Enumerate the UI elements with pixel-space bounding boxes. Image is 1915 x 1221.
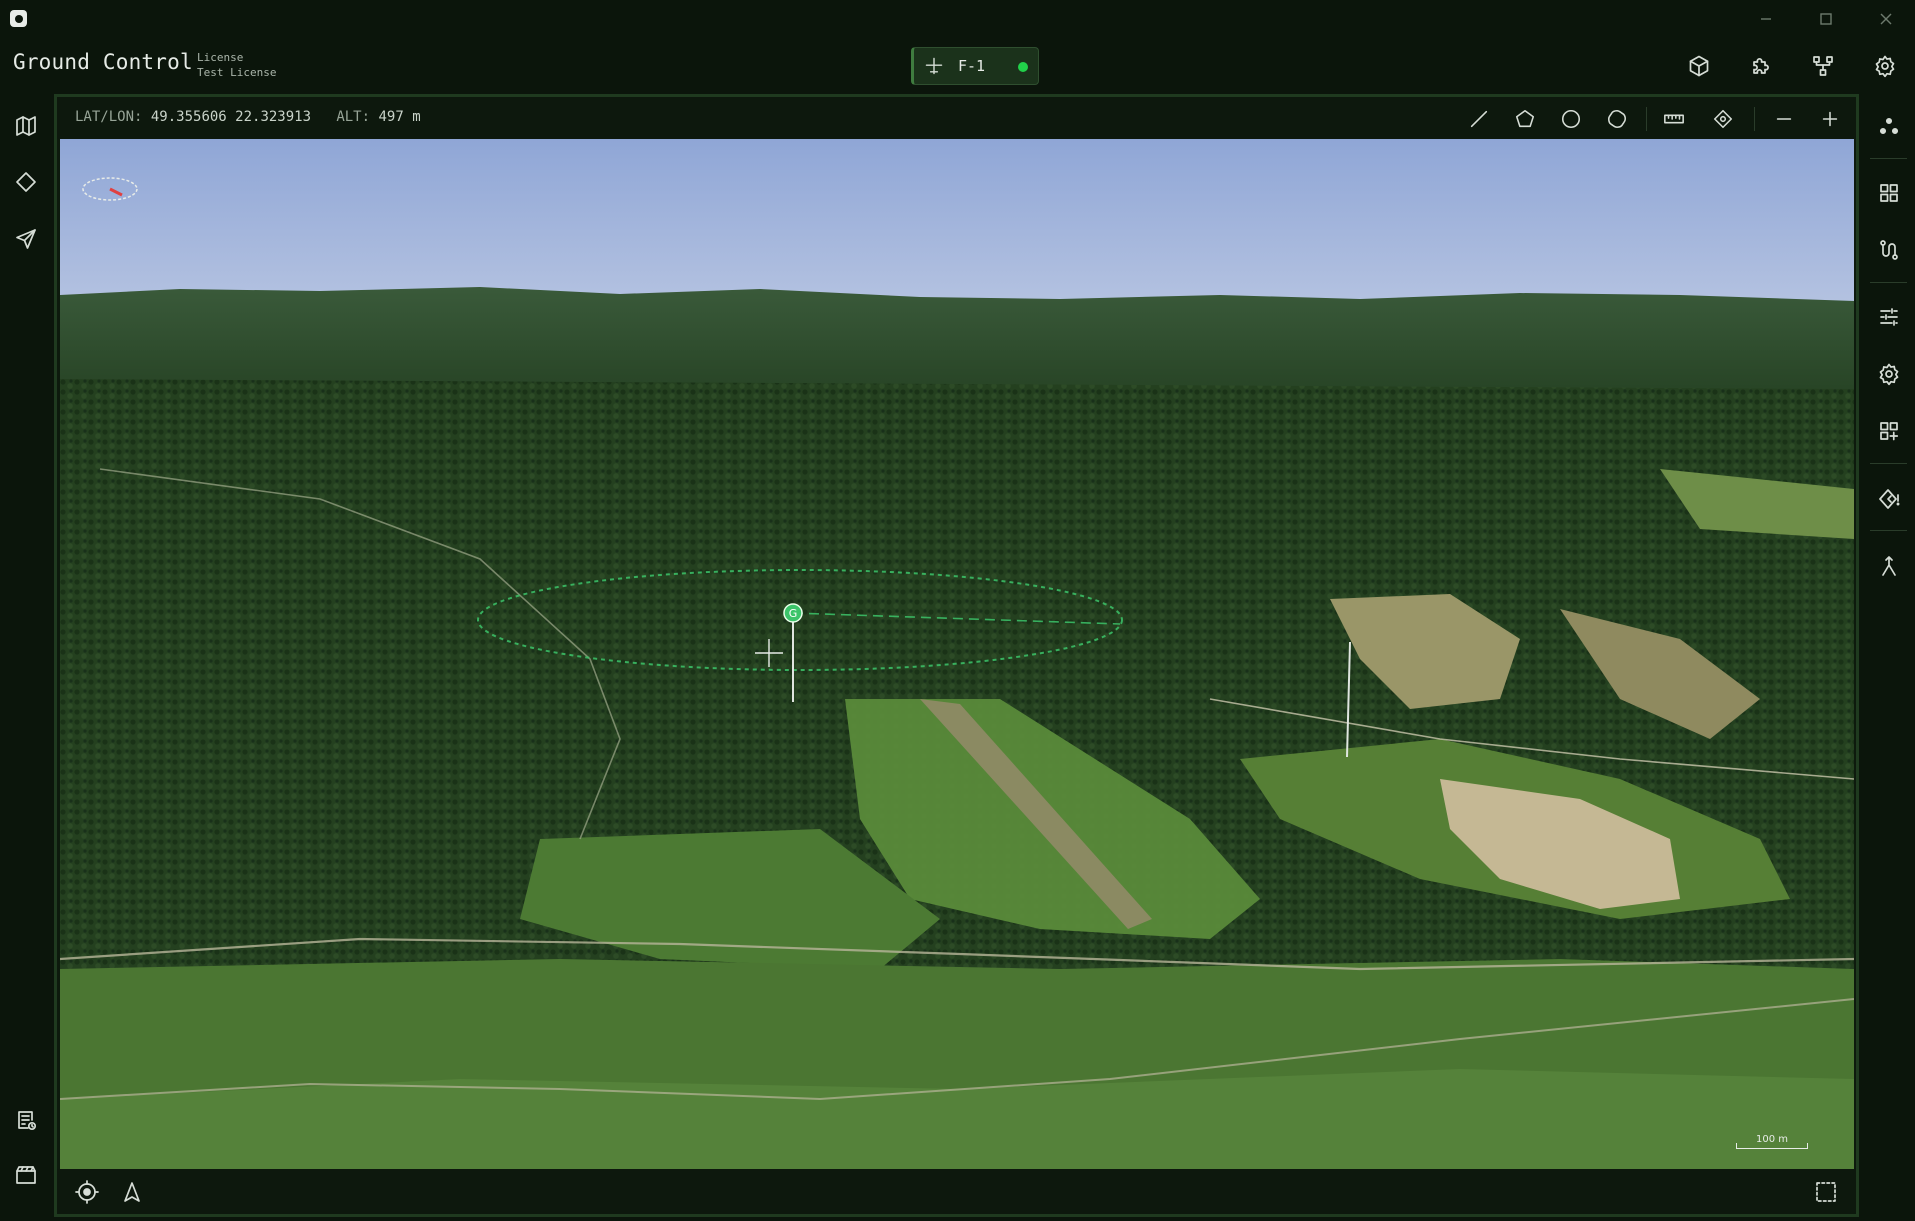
sky xyxy=(60,139,1854,309)
lat-lon-label: LAT/LON: xyxy=(75,109,143,125)
right-sidebar xyxy=(1862,90,1915,1221)
vehicle-selector[interactable]: F-1 xyxy=(911,47,1039,85)
diamond-icon[interactable] xyxy=(10,166,42,198)
gear-icon[interactable] xyxy=(1873,358,1905,390)
toolbar-divider xyxy=(1754,107,1755,131)
gear-icon[interactable] xyxy=(1870,51,1900,81)
sidebar-divider xyxy=(1870,158,1907,159)
minimize-icon[interactable] xyxy=(1750,6,1782,32)
lat-lon-value: 49.355606 22.323913 xyxy=(150,109,312,125)
scale-line xyxy=(1736,1143,1808,1149)
vehicle-label: F-1 xyxy=(958,57,986,75)
plus-icon[interactable] xyxy=(1816,105,1844,133)
close-icon[interactable] xyxy=(1870,6,1902,32)
fork-icon[interactable] xyxy=(1873,550,1905,582)
log-icon[interactable] xyxy=(10,1104,42,1136)
license-value: Test License xyxy=(197,66,277,79)
sidebar-divider xyxy=(1870,463,1907,464)
map-canvas[interactable]: G xyxy=(60,139,1854,1169)
alt-value: 497 m xyxy=(378,109,421,125)
network-icon[interactable] xyxy=(1808,51,1838,81)
map-bottombar xyxy=(57,1169,1856,1214)
circle-icon[interactable] xyxy=(1557,105,1585,133)
line-icon[interactable] xyxy=(1465,105,1493,133)
drone-icon xyxy=(924,56,944,76)
alt-label: ALT: xyxy=(336,109,371,125)
grid-plus-icon[interactable] xyxy=(1873,415,1905,447)
map-icon[interactable] xyxy=(10,110,42,142)
window-titlebar xyxy=(0,0,1915,38)
grid-icon[interactable] xyxy=(1873,177,1905,209)
coordinate-readout: LAT/LON: 49.355606 22.323913 ALT: 497 m xyxy=(75,109,421,125)
map-scale-bar: 100 m xyxy=(1734,1134,1810,1150)
ruler-icon[interactable] xyxy=(1660,105,1688,133)
license-label: License xyxy=(197,51,244,64)
maximize-icon[interactable] xyxy=(1810,6,1842,32)
diamond-alert-icon[interactable] xyxy=(1873,483,1905,515)
map-toolbar: LAT/LON: 49.355606 22.323913 ALT: 497 m xyxy=(57,97,1856,139)
app-title: Ground Control xyxy=(13,50,193,74)
toolbar-divider xyxy=(1646,107,1647,131)
route-icon[interactable] xyxy=(1873,234,1905,266)
vehicle-status-indicator xyxy=(1018,62,1028,72)
blob-icon[interactable] xyxy=(1603,105,1631,133)
cube-icon[interactable] xyxy=(1684,51,1714,81)
left-sidebar xyxy=(0,90,52,1221)
license-info: License Test License xyxy=(197,50,276,80)
nodes-icon[interactable] xyxy=(1873,110,1905,142)
sidebar-divider xyxy=(1870,282,1907,283)
send-icon[interactable] xyxy=(10,223,42,255)
app-header: Ground Control License Test License F-1 xyxy=(0,38,1915,90)
pentagon-icon[interactable] xyxy=(1511,105,1539,133)
minus-icon[interactable] xyxy=(1770,105,1798,133)
target-icon[interactable] xyxy=(72,1177,102,1207)
sliders-icon[interactable] xyxy=(1873,301,1905,333)
clapperboard-icon[interactable] xyxy=(10,1159,42,1191)
crosshair-icon[interactable] xyxy=(1709,105,1737,133)
select-box-icon[interactable] xyxy=(1811,1177,1841,1207)
app-logo-icon xyxy=(10,10,27,27)
sidebar-divider xyxy=(1870,530,1907,531)
arrow-up-icon[interactable] xyxy=(117,1177,147,1207)
waypoint-label: G xyxy=(789,607,798,620)
puzzle-icon[interactable] xyxy=(1746,51,1776,81)
